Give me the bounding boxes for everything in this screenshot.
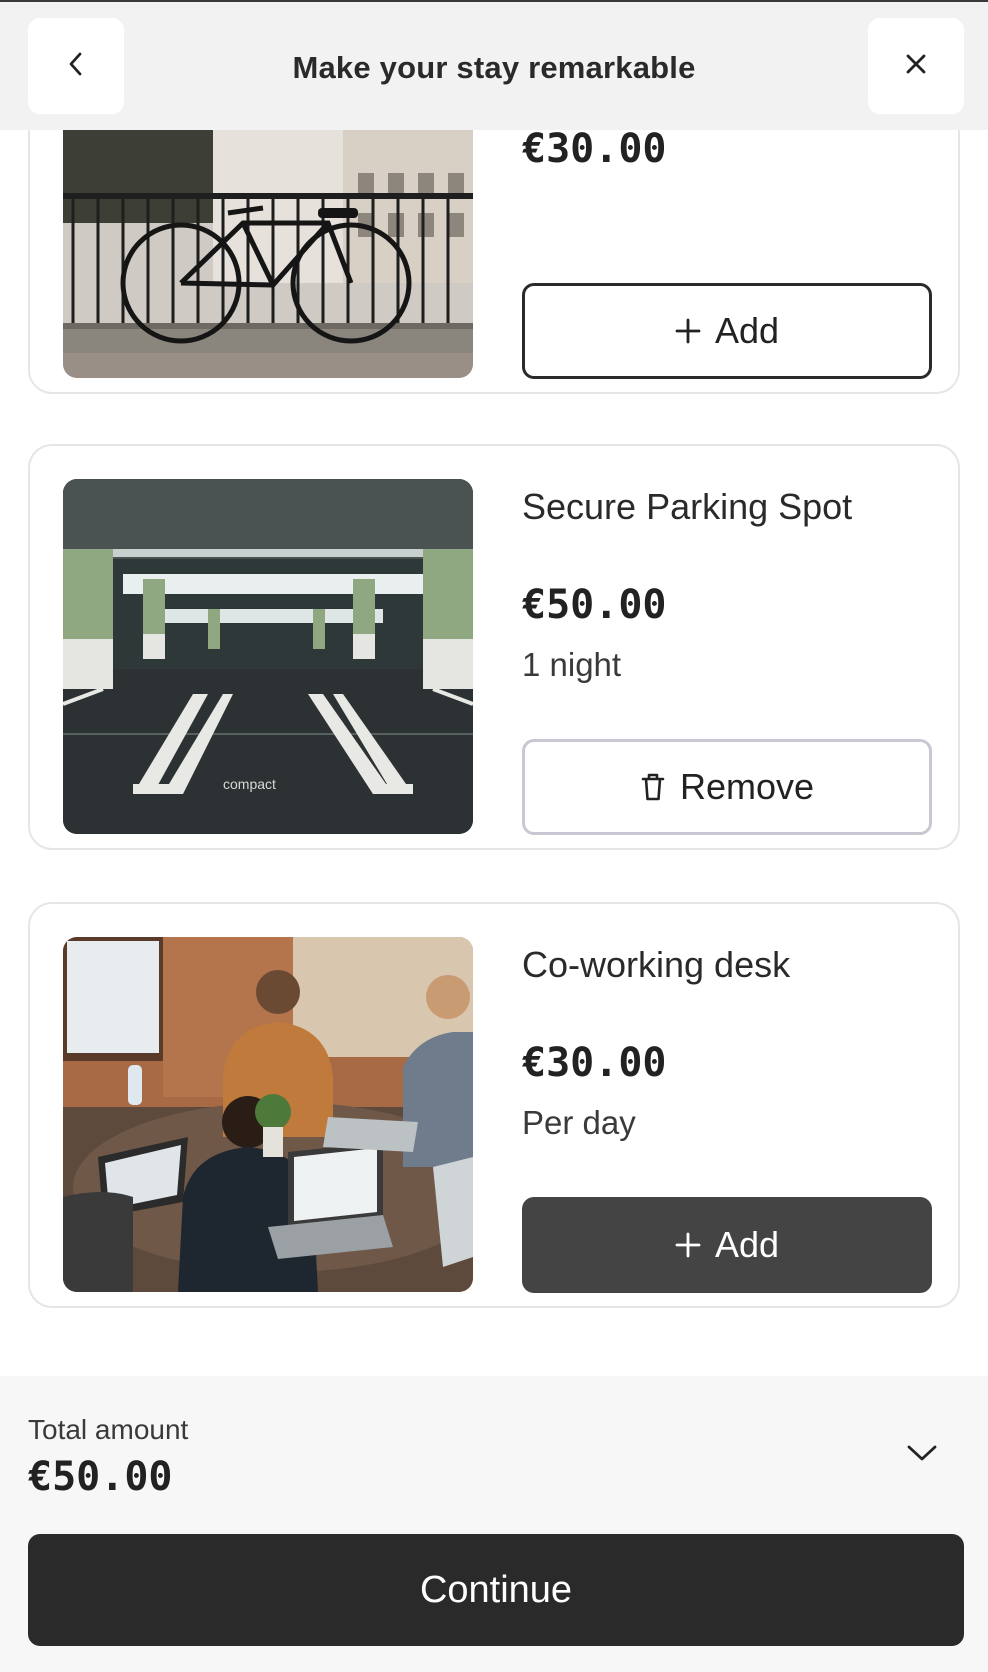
extra-card-coworking: Co-working desk €30.00 Per day Add xyxy=(28,902,960,1308)
coworking-photo xyxy=(63,937,473,1292)
add-button-label: Add xyxy=(714,310,780,351)
header: Make your stay remarkable xyxy=(0,2,988,130)
footer: Total amount €50.00 Continue xyxy=(0,1376,988,1672)
total-value: €50.00 xyxy=(28,1454,173,1500)
extras-list[interactable]: €30.00 Add compact Secure Parking Spot €… xyxy=(0,130,988,1376)
total-label: Total amount xyxy=(28,1414,189,1445)
continue-button[interactable]: Continue xyxy=(28,1534,964,1646)
bicycle-photo xyxy=(63,130,473,378)
plus-icon xyxy=(675,318,701,344)
page-title: Make your stay remarkable xyxy=(292,50,696,85)
svg-text:compact: compact xyxy=(223,776,276,792)
expand-total-button[interactable] xyxy=(906,1442,938,1469)
item-price: €50.00 xyxy=(522,582,667,628)
add-button[interactable]: Add xyxy=(522,283,932,379)
item-price: €30.00 xyxy=(522,130,667,172)
item-name: Co-working desk xyxy=(522,944,791,985)
add-button[interactable]: Add xyxy=(522,1197,932,1293)
remove-button-label: Remove xyxy=(679,766,815,807)
item-price: €30.00 xyxy=(522,1040,667,1086)
back-button[interactable] xyxy=(28,18,124,114)
close-button[interactable] xyxy=(868,18,964,114)
close-icon xyxy=(905,53,927,80)
trash-icon xyxy=(640,772,666,802)
plus-icon xyxy=(675,1232,701,1258)
chevron-left-icon xyxy=(65,51,87,82)
item-unit: 1 night xyxy=(522,646,622,683)
extra-card-parking: compact Secure Parking Spot €50.00 1 nig… xyxy=(28,444,960,850)
add-button-label: Add xyxy=(714,1224,780,1265)
parking-garage-photo: compact xyxy=(63,479,473,834)
item-name: Secure Parking Spot xyxy=(522,486,853,527)
chevron-down-icon xyxy=(906,1445,938,1468)
remove-button[interactable]: Remove xyxy=(522,739,932,835)
extra-card-bike: €30.00 Add xyxy=(28,130,960,394)
item-unit: Per day xyxy=(522,1104,636,1141)
